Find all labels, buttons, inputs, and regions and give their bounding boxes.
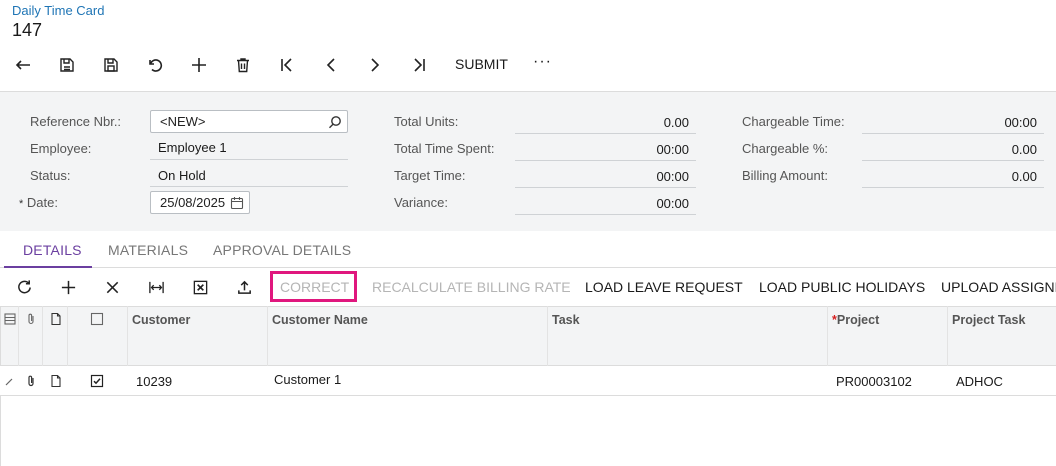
load-public-holidays-button[interactable]: LOAD PUBLIC HOLIDAYS [759,279,925,295]
target-time-label: Target Time: [394,168,466,183]
reference-nbr-label: Reference Nbr.: [30,114,122,129]
save-icon[interactable] [98,52,124,78]
select-all-checkbox[interactable] [90,312,104,326]
total-time-spent-label: Total Time Spent: [394,141,495,156]
billing-amount-value: 0.00 [1011,169,1037,184]
employee-value[interactable]: Employee 1 [158,140,227,155]
variance-underline [515,214,696,215]
note-header-icon [51,312,61,326]
cell-customer-name[interactable]: Customer 1 [274,372,341,387]
chargeable-pct-label: Chargeable %: [742,141,828,156]
correct-button-highlight [270,271,357,302]
employee-underline [150,159,348,160]
breadcrumb-link[interactable]: Daily Time Card [12,3,104,18]
first-record-icon[interactable] [274,52,300,78]
column-header-project-task[interactable]: Project Task [952,313,1025,327]
add-icon[interactable] [186,52,212,78]
delete-icon[interactable] [230,52,256,78]
more-actions-button[interactable]: ··· [533,53,552,71]
tab-materials[interactable]: MATERIALS [108,242,188,258]
next-record-icon[interactable] [362,52,388,78]
chargeable-time-value: 00:00 [1004,115,1037,130]
total-time-spent-underline [515,160,696,161]
calendar-icon[interactable] [230,196,244,210]
total-time-spent-value: 00:00 [656,142,689,157]
date-label: * Date: [19,195,58,210]
upload-icon[interactable] [232,276,256,298]
chargeable-time-label: Chargeable Time: [742,114,845,129]
note-icon[interactable] [49,374,63,388]
fit-columns-icon[interactable] [144,276,168,298]
status-underline [150,186,348,187]
employee-label: Employee: [30,141,92,156]
refresh-icon[interactable] [12,276,36,298]
column-header-project-text: Project [836,313,880,327]
row-checkbox-checked[interactable] [90,374,104,388]
column-header-project[interactable]: *Project [832,313,879,327]
attachment-header-icon [28,313,34,325]
column-header-customer-name[interactable]: Customer Name [272,313,368,327]
total-units-value: 0.00 [663,115,689,130]
status-value[interactable]: On Hold [158,168,206,183]
back-arrow-icon[interactable] [10,52,36,78]
column-header-customer[interactable]: Customer [132,313,190,327]
edit-row-icon[interactable] [3,374,17,388]
target-time-underline [515,187,696,188]
status-label: Status: [30,168,71,183]
page-title: 147 [12,20,43,40]
billing-amount-underline [862,187,1044,188]
target-time-value: 00:00 [656,169,689,184]
reference-nbr-value: <NEW> [160,114,206,129]
export-excel-icon[interactable] [188,276,212,298]
total-units-label: Total Units: [394,114,459,129]
last-record-icon[interactable] [406,52,432,78]
cell-project-task[interactable]: ADHOC [956,374,1003,389]
add-row-icon[interactable] [56,276,80,298]
search-icon[interactable] [328,115,342,129]
save-close-icon[interactable] [54,52,80,78]
date-required-mark: * [19,198,24,210]
attachment-icon[interactable] [24,374,38,388]
total-units-underline [515,133,696,134]
delete-row-icon[interactable] [100,276,124,298]
billing-amount-label: Billing Amount: [742,168,828,183]
date-value: 25/08/2025 [160,195,226,210]
date-input[interactable]: 25/08/2025 [150,191,250,214]
chargeable-pct-value: 0.00 [1011,142,1037,157]
column-header-task[interactable]: Task [552,313,580,327]
submit-button[interactable]: SUBMIT [455,56,508,72]
active-tab-indicator [4,266,92,268]
cell-customer[interactable]: 10239 [136,374,172,389]
tab-approval-details[interactable]: APPROVAL DETAILS [213,242,351,258]
chargeable-time-underline [862,133,1044,134]
load-leave-request-button[interactable]: LOAD LEAVE REQUEST [585,279,743,295]
tab-divider [0,267,1056,268]
upload-assignments-button[interactable]: UPLOAD ASSIGNM [941,279,1056,295]
row-selector-icon[interactable] [3,312,17,326]
date-label-text: Date: [26,195,58,210]
cell-project[interactable]: PR00003102 [836,374,912,389]
variance-label: Variance: [394,195,448,210]
recalculate-billing-rate-button[interactable]: RECALCULATE BILLING RATE [372,279,571,295]
chargeable-pct-underline [862,160,1044,161]
tab-details[interactable]: DETAILS [23,242,82,258]
previous-record-icon[interactable] [318,52,344,78]
undo-icon[interactable] [142,52,168,78]
reference-nbr-input[interactable]: <NEW> [150,110,348,133]
variance-value: 00:00 [656,196,689,211]
